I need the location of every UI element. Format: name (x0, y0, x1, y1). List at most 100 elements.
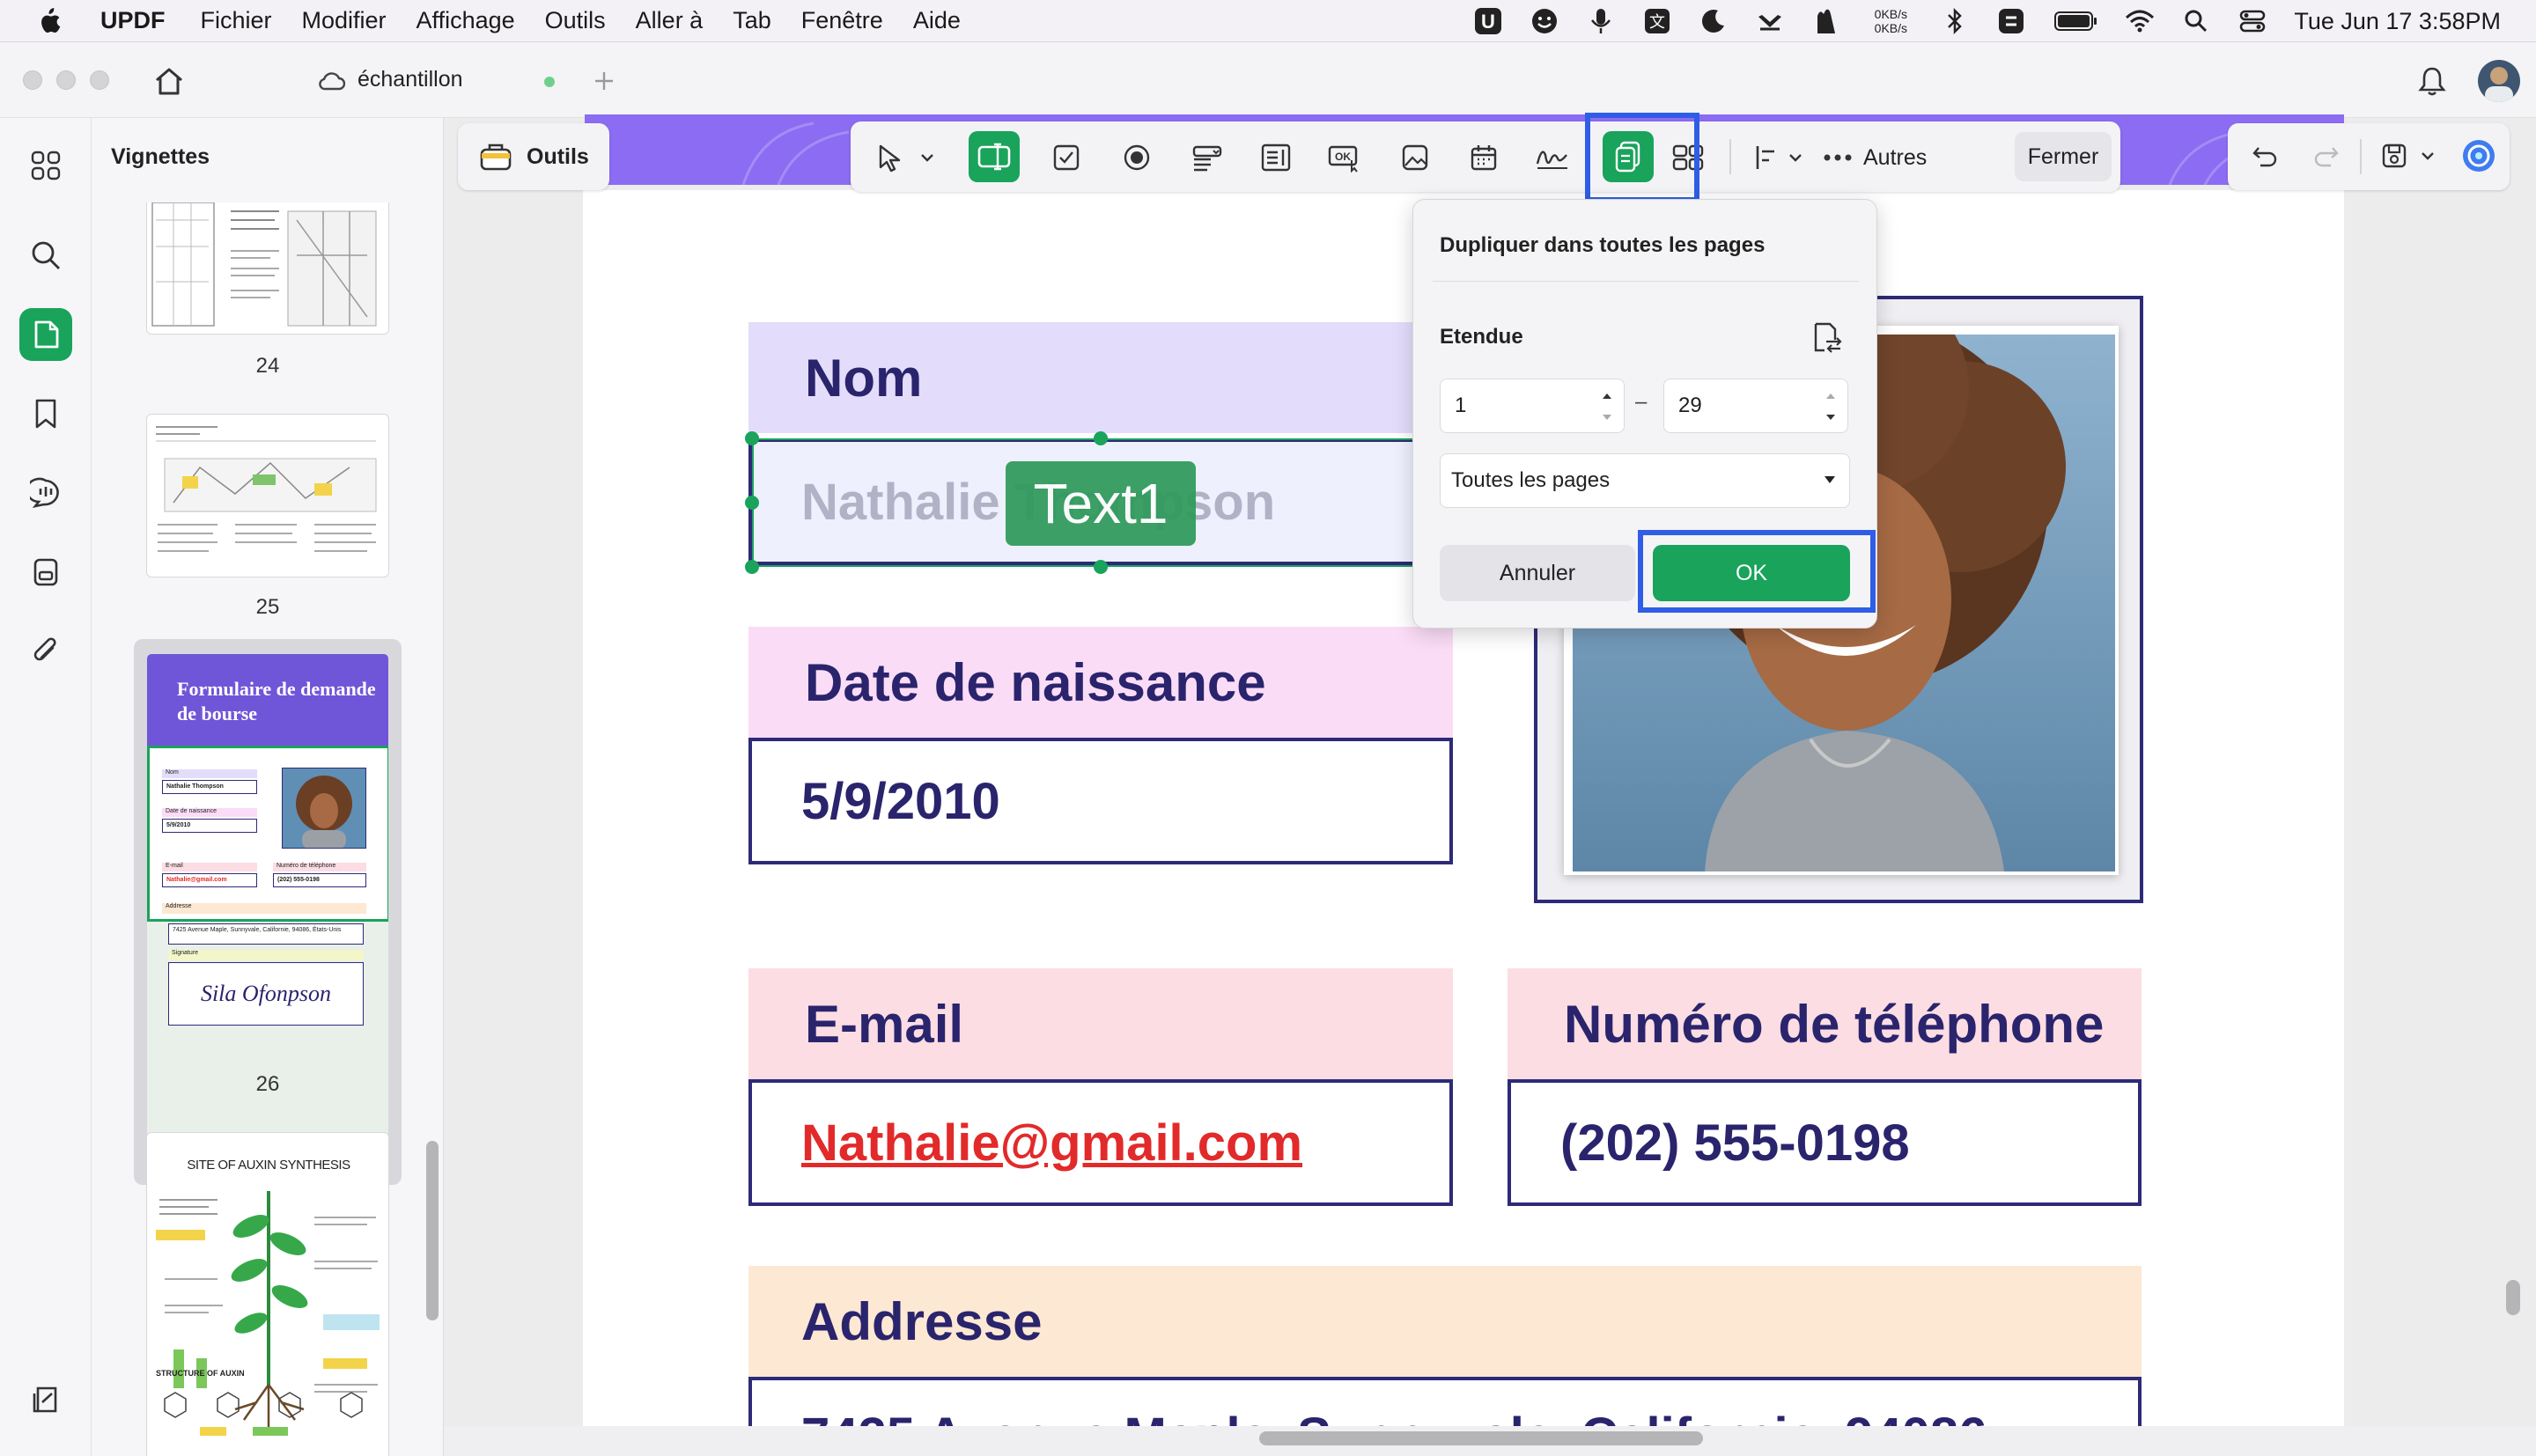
updf-tray-icon[interactable]: U (1473, 6, 1503, 36)
page-range-swap-icon[interactable] (1804, 316, 1848, 360)
window-tab-bar: échantillon (0, 42, 2536, 118)
undo-icon[interactable] (2245, 136, 2286, 176)
vertical-scrollbar[interactable] (2506, 1280, 2520, 1315)
new-tab-plus-icon[interactable] (588, 65, 620, 97)
document-stack-icon[interactable] (19, 546, 72, 599)
attachment-icon[interactable] (19, 625, 72, 678)
menu-app-name[interactable]: UPDF (100, 7, 166, 34)
wifi-icon[interactable] (2125, 6, 2155, 36)
home-icon[interactable] (148, 60, 190, 102)
thumbnails-icon[interactable] (19, 308, 72, 361)
image-field-tool-icon[interactable] (1395, 137, 1435, 178)
pointer-chevron-down-icon[interactable] (916, 137, 939, 178)
apps-grid-icon[interactable] (19, 139, 72, 192)
tab-title: échantillon (358, 67, 463, 92)
comments-icon[interactable] (19, 467, 72, 519)
close-form-mode-button[interactable]: Fermer (2015, 132, 2112, 181)
address-label: Addresse (748, 1266, 2142, 1377)
battery-icon[interactable] (2053, 6, 2098, 36)
menu-fichier[interactable]: Fichier (201, 7, 272, 34)
apple-logo-icon[interactable] (35, 6, 62, 36)
phone-field[interactable]: (202) 555-0198 (1508, 1079, 2142, 1206)
resize-handle-top-left[interactable] (745, 431, 759, 445)
list-box-tool-icon[interactable] (1256, 137, 1296, 178)
resize-handle-top[interactable] (1094, 431, 1108, 445)
nom-label: Nom (748, 322, 1453, 433)
align-chevron-down-icon[interactable] (1784, 137, 1807, 178)
scroll-app-icon[interactable] (1996, 6, 2026, 36)
thumbnail-26-photo (282, 768, 366, 849)
save-chevron-down-icon[interactable] (2416, 136, 2439, 176)
menu-fenetre[interactable]: Fenêtre (801, 7, 883, 34)
menu-modifier[interactable]: Modifier (302, 7, 387, 34)
microphone-icon[interactable] (1586, 6, 1616, 36)
thumbnails-scrollbar[interactable] (426, 1141, 439, 1320)
ai-assistant-icon[interactable] (2459, 136, 2499, 176)
text-field-tool-icon[interactable] (969, 131, 1020, 182)
window-minimize-button[interactable] (56, 70, 76, 90)
thumbnails-panel: Vignettes 24 25 Formulaire de demande de… (92, 118, 444, 1456)
menu-outils[interactable]: Outils (545, 7, 606, 34)
checkbox-tool-icon[interactable] (1046, 137, 1087, 178)
more-dots-icon (1824, 154, 1852, 161)
redo-icon[interactable] (2305, 136, 2346, 176)
bell-icon[interactable] (2413, 62, 2451, 100)
horizontal-scrollbar[interactable] (1259, 1431, 1703, 1445)
input-method-icon[interactable]: 文 (1642, 6, 1672, 36)
range-to-input[interactable]: 29 (1663, 379, 1848, 433)
thumbnail-page-24[interactable] (146, 202, 389, 335)
dob-label: Date de naissance (748, 627, 1453, 738)
window-close-button[interactable] (23, 70, 42, 90)
field-name-tag[interactable]: Text1 (1006, 461, 1196, 546)
layers-icon[interactable] (19, 1373, 72, 1426)
cancel-button[interactable]: Annuler (1440, 545, 1635, 601)
select-pointer-icon[interactable] (870, 137, 910, 178)
stepper-arrows-icon[interactable] (1601, 388, 1613, 425)
document-tab[interactable]: échantillon (319, 67, 463, 92)
control-center-icon[interactable] (2237, 6, 2267, 36)
page-number-26: 26 (255, 1072, 280, 1096)
align-tool-icon[interactable] (1747, 137, 1788, 178)
range-from-input[interactable]: 1 (1440, 379, 1625, 433)
tab-status-dot (544, 77, 555, 87)
highlight-duplicate-button (1585, 113, 1699, 202)
page-number-24: 24 (255, 354, 280, 378)
signature-tool-icon[interactable] (1532, 137, 1573, 178)
resize-handle-bottom-left[interactable] (745, 560, 759, 574)
cloud-icon (319, 71, 345, 90)
radio-button-tool-icon[interactable] (1117, 137, 1157, 178)
avatar[interactable] (2478, 60, 2520, 102)
save-icon[interactable] (2374, 136, 2414, 176)
menu-tab[interactable]: Tab (733, 7, 771, 34)
menu-affichage[interactable]: Affichage (417, 7, 515, 34)
thumbnail-page-27[interactable]: SITE OF AUXIN SYNTHESIS STRUCTURE OF AUX… (146, 1132, 389, 1456)
resize-handle-bottom[interactable] (1094, 560, 1108, 574)
more-button[interactable]: Autres (1823, 137, 1927, 178)
tools-button[interactable]: Outils (458, 123, 609, 190)
menu-aller-a[interactable]: Aller à (636, 7, 704, 34)
dropdown-tool-icon[interactable] (1187, 137, 1227, 178)
dob-field[interactable]: 5/9/2010 (748, 738, 1453, 864)
moon-icon[interactable] (1699, 6, 1729, 36)
search-icon[interactable] (19, 229, 72, 282)
address-field[interactable]: 7425 Avenue Maple, Sunnyvale, Californie… (748, 1377, 2142, 1426)
thumbnail-26-signature: Sila Ofonpson (168, 962, 364, 1026)
page-scope-select[interactable]: Toutes les pages (1440, 453, 1850, 508)
spotlight-search-icon[interactable] (2181, 6, 2211, 36)
menu-aide[interactable]: Aide (913, 7, 961, 34)
fan-icon[interactable] (1755, 6, 1785, 36)
email-label: E-mail (748, 968, 1453, 1079)
architecture-sketch-image (151, 202, 377, 327)
window-zoom-button[interactable] (90, 70, 109, 90)
bookmark-icon[interactable] (19, 387, 72, 440)
button-tool-icon[interactable]: OK (1324, 137, 1365, 178)
stepper-arrows-icon[interactable] (1825, 388, 1837, 425)
thumbnail-page-25[interactable] (146, 414, 389, 577)
email-field[interactable]: Nathalie@gmail.com (748, 1079, 1453, 1206)
date-field-tool-icon[interactable] (1463, 137, 1504, 178)
app-tray-icon[interactable] (1811, 6, 1841, 36)
emoji-icon[interactable] (1530, 6, 1559, 36)
menubar-clock[interactable]: Tue Jun 17 3:58PM (2294, 8, 2501, 35)
resize-handle-left[interactable] (745, 496, 759, 510)
bluetooth-icon[interactable] (1940, 6, 1970, 36)
